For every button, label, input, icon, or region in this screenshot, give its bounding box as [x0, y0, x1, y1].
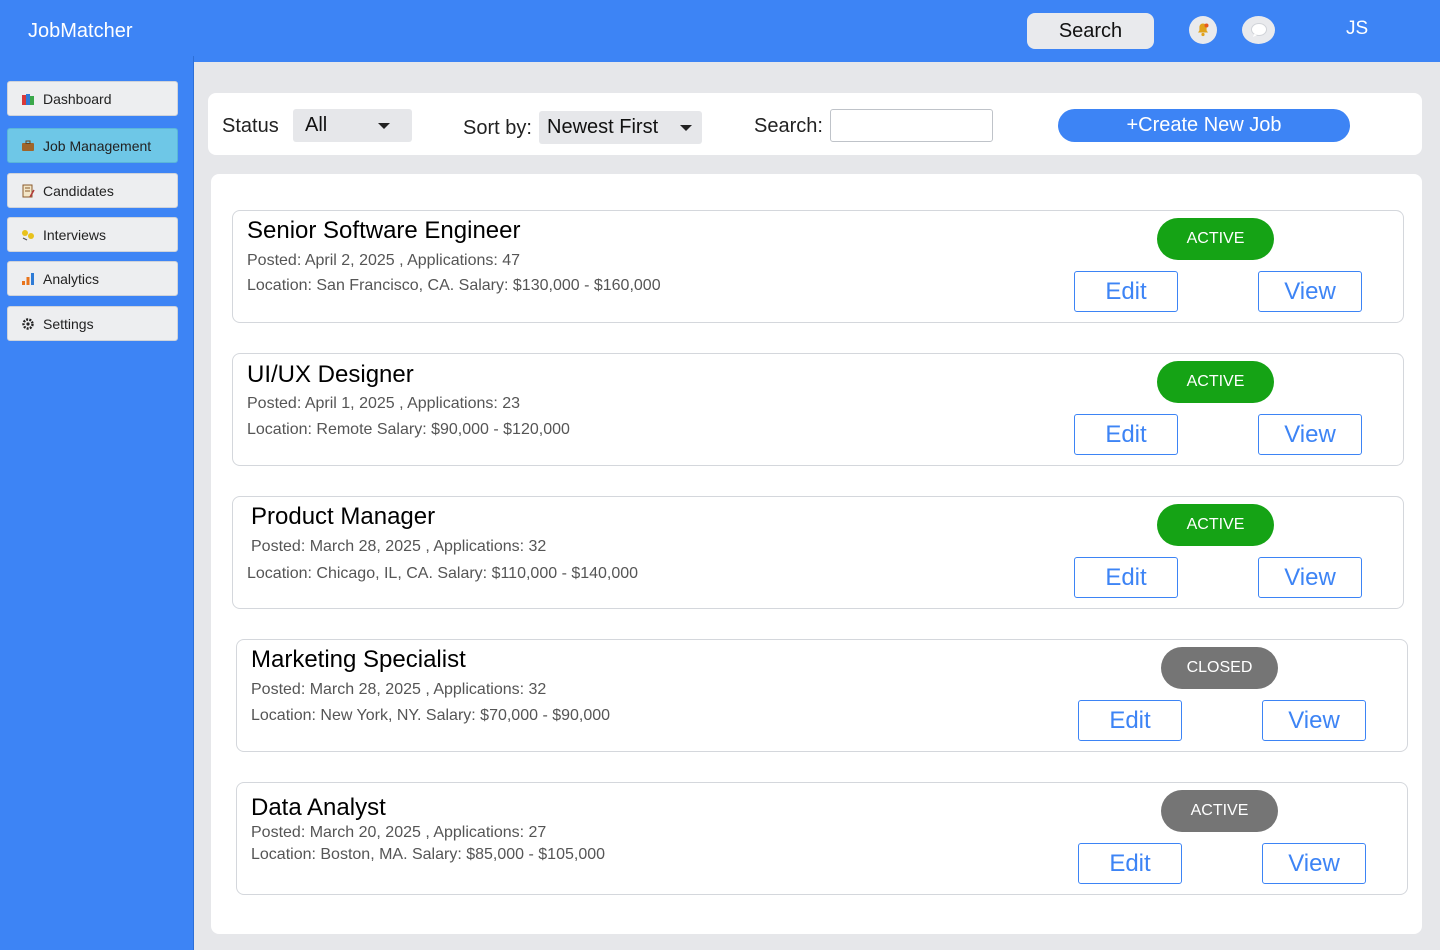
gear-icon [20, 316, 36, 332]
job-posted-info: Posted: April 1, 2025 , Applications: 23 [247, 395, 521, 412]
job-card: Marketing Specialist Posted: March 28, 2… [236, 639, 1408, 752]
status-badge: ACTIVE [1157, 361, 1274, 403]
job-title: Marketing Specialist [251, 646, 466, 673]
status-select-value: All [305, 114, 328, 136]
job-location-salary: Location: Chicago, IL, CA. Salary: $110,… [247, 565, 639, 582]
status-label: Status [222, 115, 279, 137]
sidebar-item-label: Analytics [43, 270, 100, 287]
job-posted-info: Posted: March 20, 2025 , Applications: 2… [251, 824, 547, 841]
view-button[interactable]: View [1262, 700, 1366, 741]
header-search-button[interactable]: Search [1027, 13, 1154, 49]
people-icon [20, 227, 36, 243]
sidebar-item-settings[interactable]: Settings [7, 306, 178, 341]
job-location-salary: Location: New York, NY. Salary: $70,000 … [251, 707, 611, 724]
job-card: Senior Software Engineer Posted: April 2… [232, 210, 1404, 323]
bell-icon[interactable] [1189, 16, 1217, 44]
sidebar-item-candidates[interactable]: Candidates [7, 173, 178, 208]
job-card: Data Analyst Posted: March 20, 2025 , Ap… [236, 782, 1408, 895]
job-title: Product Manager [251, 503, 436, 530]
status-select[interactable]: All [293, 109, 412, 142]
top-header: JobMatcher Search JS [0, 0, 1440, 62]
sort-label: Sort by: [463, 117, 532, 139]
bar-chart-icon [20, 271, 36, 287]
job-title: UI/UX Designer [247, 361, 414, 388]
sidebar-item-label: Candidates [43, 182, 114, 199]
view-button[interactable]: View [1258, 557, 1362, 598]
chat-bubble-icon[interactable] [1242, 16, 1275, 44]
job-location-salary: Location: Remote Salary: $90,000 - $120,… [247, 421, 570, 438]
job-location-salary: Location: Boston, MA. Salary: $85,000 - … [251, 846, 606, 863]
status-badge: ACTIVE [1157, 218, 1274, 260]
status-badge: ACTIVE [1157, 504, 1274, 546]
avatar[interactable]: JS [1346, 18, 1368, 40]
job-title: Data Analyst [251, 794, 386, 821]
sort-select[interactable]: Newest First [539, 111, 702, 144]
bell-icon-glyph [1198, 23, 1209, 37]
status-badge: ACTIVE [1161, 790, 1278, 832]
sidebar-item-job-management[interactable]: Job Management [7, 128, 178, 163]
create-new-job-button[interactable]: +Create New Job [1058, 109, 1350, 142]
briefcase-icon [20, 138, 36, 154]
app-title: JobMatcher [28, 20, 133, 42]
chevron-down-icon [378, 123, 390, 129]
sidebar-item-label: Interviews [43, 226, 107, 243]
status-badge: CLOSED [1161, 647, 1278, 689]
job-card: Product Manager Posted: March 28, 2025 ,… [232, 496, 1404, 609]
sidebar-item-analytics[interactable]: Analytics [7, 261, 178, 296]
sidebar-item-dashboard[interactable]: Dashboard [7, 81, 178, 116]
sidebar: Dashboard Job Management Candidates Inte… [0, 56, 194, 950]
job-posted-info: Posted: March 28, 2025 , Applications: 3… [251, 538, 547, 555]
edit-button[interactable]: Edit [1074, 414, 1178, 455]
chat-bubble-icon-glyph [1250, 23, 1267, 37]
sidebar-item-label: Job Management [43, 137, 152, 154]
sort-select-value: Newest First [547, 116, 659, 138]
filter-bar: Status All Sort by: Newest First Search:… [208, 93, 1422, 155]
edit-button[interactable]: Edit [1074, 271, 1178, 312]
edit-button[interactable]: Edit [1074, 557, 1178, 598]
search-input[interactable] [830, 109, 993, 142]
search-label: Search: [754, 115, 823, 137]
books-icon [20, 91, 36, 107]
view-button[interactable]: View [1262, 843, 1366, 884]
jobs-panel: Senior Software Engineer Posted: April 2… [211, 174, 1422, 934]
job-posted-info: Posted: March 28, 2025 , Applications: 3… [251, 681, 547, 698]
sidebar-item-label: Dashboard [43, 90, 112, 107]
edit-button[interactable]: Edit [1078, 700, 1182, 741]
view-button[interactable]: View [1258, 414, 1362, 455]
job-location-salary: Location: San Francisco, CA. Salary: $13… [247, 277, 661, 294]
sidebar-item-label: Settings [43, 315, 94, 332]
job-title: Senior Software Engineer [247, 217, 521, 244]
job-posted-info: Posted: April 2, 2025 , Applications: 47 [247, 252, 521, 269]
notepad-icon [20, 183, 36, 199]
view-button[interactable]: View [1258, 271, 1362, 312]
edit-button[interactable]: Edit [1078, 843, 1182, 884]
sidebar-item-interviews[interactable]: Interviews [7, 217, 178, 252]
chevron-down-icon [680, 125, 692, 131]
job-card: UI/UX Designer Posted: April 1, 2025 , A… [232, 353, 1404, 466]
